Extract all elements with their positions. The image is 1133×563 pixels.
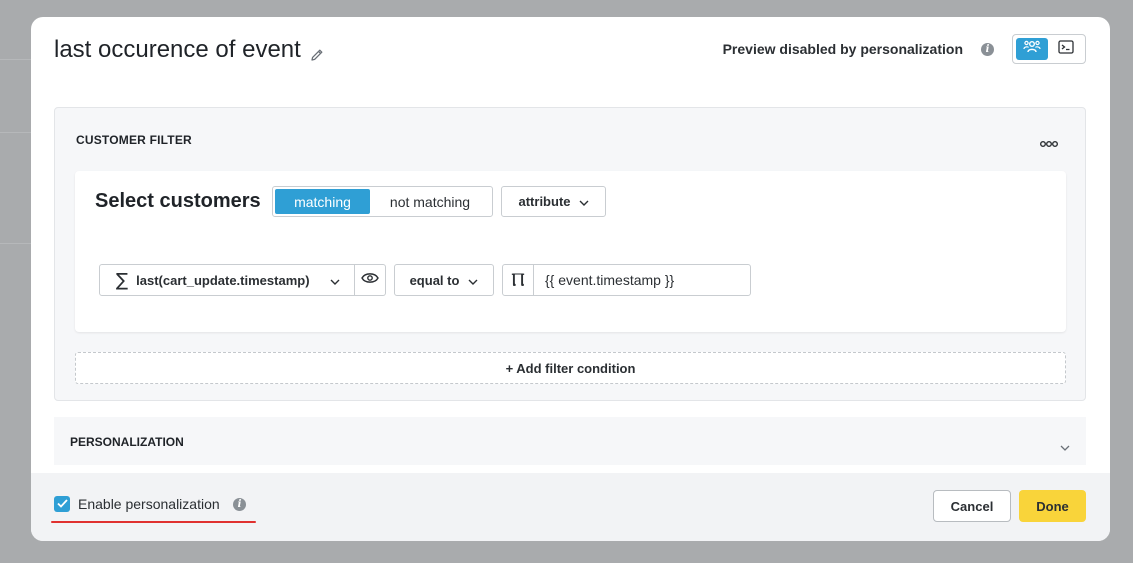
operator-label: equal to bbox=[409, 272, 460, 288]
edit-filter-modal: last occurence of event Preview disabled… bbox=[31, 17, 1110, 541]
customer-filter-header: CUSTOMER FILTER bbox=[76, 133, 192, 147]
eye-icon bbox=[360, 271, 379, 289]
chevron-down-icon bbox=[579, 194, 589, 209]
condition-value-input[interactable]: {{ event.timestamp }} bbox=[533, 264, 751, 296]
pencil-icon[interactable] bbox=[309, 42, 325, 61]
backdrop-line bbox=[0, 132, 31, 133]
sigma-icon: ∑ bbox=[116, 269, 129, 291]
modal-footer: Enable personalization i Cancel Done bbox=[31, 473, 1110, 541]
expression-label: last(cart_update.timestamp) bbox=[136, 272, 310, 288]
matching-option[interactable]: matching bbox=[275, 189, 370, 214]
filter-type-dropdown[interactable]: attribute bbox=[501, 186, 606, 217]
enable-personalization-label[interactable]: Enable personalization bbox=[78, 496, 220, 512]
info-icon[interactable]: i bbox=[233, 498, 246, 511]
chevron-down-icon bbox=[1060, 438, 1070, 456]
checkmark-icon bbox=[56, 495, 68, 513]
cancel-button[interactable]: Cancel bbox=[933, 490, 1011, 522]
filter-type-label: attribute bbox=[518, 194, 571, 209]
enable-personalization-checkbox[interactable] bbox=[54, 496, 70, 512]
match-segmented-control: matching not matching bbox=[272, 186, 493, 217]
personalization-section[interactable]: PERSONALIZATION bbox=[54, 417, 1086, 465]
backdrop-line bbox=[0, 59, 31, 60]
preview-value-button[interactable] bbox=[354, 264, 386, 296]
code-mode-button[interactable] bbox=[1050, 38, 1082, 60]
preview-controls: Preview disabled by personalization i bbox=[723, 34, 1086, 64]
text-type-icon[interactable]: Ⲡ bbox=[502, 264, 534, 296]
more-horizontal-icon[interactable] bbox=[1040, 135, 1058, 147]
backdrop-line bbox=[0, 243, 31, 244]
terminal-icon bbox=[1058, 39, 1074, 59]
chevron-down-icon bbox=[330, 273, 340, 288]
personalization-mode-button[interactable] bbox=[1016, 38, 1048, 60]
info-icon[interactable]: i bbox=[981, 42, 994, 56]
preview-status-text: Preview disabled by personalization bbox=[722, 41, 963, 57]
operator-dropdown[interactable]: equal to bbox=[394, 264, 494, 296]
select-customers-title: Select customers bbox=[95, 190, 261, 212]
not-matching-option[interactable]: not matching bbox=[370, 189, 490, 214]
modal-title-text: last occurence of event bbox=[54, 36, 301, 63]
add-filter-condition-button[interactable]: + Add filter condition bbox=[75, 352, 1066, 384]
expression-dropdown[interactable]: ∑ last(cart_update.timestamp) bbox=[99, 264, 355, 296]
mode-toggle-group bbox=[1012, 34, 1086, 64]
annotation-underline bbox=[51, 521, 256, 523]
chevron-down-icon bbox=[468, 273, 478, 288]
personalization-header: PERSONALIZATION bbox=[70, 435, 184, 449]
done-button[interactable]: Done bbox=[1019, 490, 1086, 522]
customer-filter-section: CUSTOMER FILTER Select customers matchin… bbox=[54, 107, 1086, 401]
modal-title: last occurence of event bbox=[54, 36, 325, 64]
people-network-icon bbox=[1023, 39, 1041, 60]
filter-builder: Select customers matching not matching a… bbox=[75, 171, 1066, 332]
